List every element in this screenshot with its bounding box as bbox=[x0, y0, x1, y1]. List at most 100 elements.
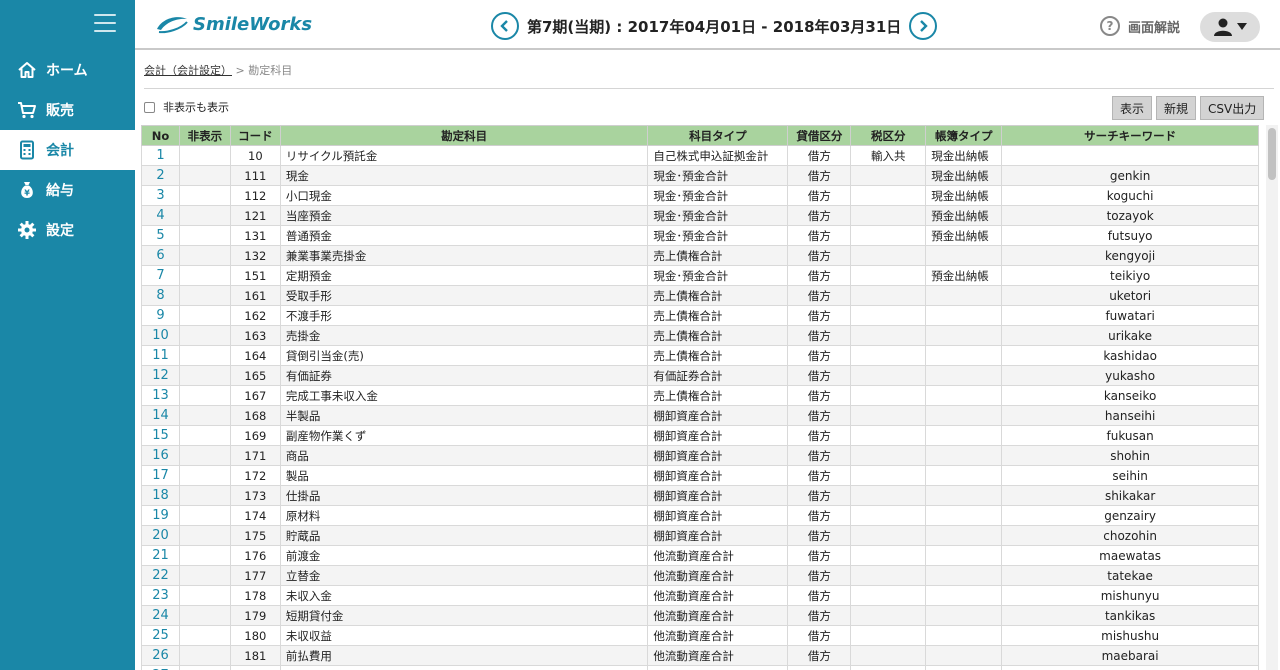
cell-debit-credit: 借方 bbox=[787, 325, 852, 346]
scrollbar-thumb[interactable] bbox=[1268, 128, 1276, 180]
cell-debit-credit: 借方 bbox=[787, 645, 852, 666]
table-row[interactable]: 8 161 受取手形 売上債権合計 借方 uketori bbox=[141, 285, 1259, 306]
cell-search-keyword: teikiyo bbox=[1001, 265, 1259, 286]
table-row[interactable]: 3 112 小口現金 現金･預金合計 借方 現金出納帳 koguchi bbox=[141, 185, 1259, 206]
table-row[interactable]: 15 169 副産物作業くず 棚卸資産合計 借方 fukusan bbox=[141, 425, 1259, 446]
table-row[interactable]: 1 10 リサイクル預託金 自己株式申込証拠金計 借方 輸入共 現金出納帳 bbox=[141, 145, 1259, 166]
column-header-hidden[interactable]: 非表示 bbox=[178, 125, 231, 146]
cell-search-keyword bbox=[1001, 665, 1259, 670]
table-row[interactable]: 21 176 前渡金 他流動資産合計 借方 maewatas bbox=[141, 545, 1259, 566]
cell-code: 176 bbox=[229, 545, 281, 566]
table-row[interactable]: 11 164 貸倒引当金(売) 売上債権合計 借方 kashidao bbox=[141, 345, 1259, 366]
table-row[interactable]: 5 131 普通預金 現金･預金合計 借方 預金出納帳 futsuyo bbox=[141, 225, 1259, 246]
cell-no[interactable]: 27 bbox=[141, 665, 180, 670]
cell-no[interactable]: 8 bbox=[141, 285, 180, 306]
cell-no[interactable]: 22 bbox=[141, 565, 180, 586]
cell-no[interactable]: 19 bbox=[141, 505, 180, 526]
cell-no[interactable]: 12 bbox=[141, 365, 180, 386]
cell-no[interactable]: 25 bbox=[141, 625, 180, 646]
cell-no[interactable]: 15 bbox=[141, 425, 180, 446]
table-row[interactable]: 2 111 現金 現金･預金合計 借方 現金出納帳 genkin bbox=[141, 165, 1259, 186]
cell-no[interactable]: 26 bbox=[141, 645, 180, 666]
cell-no[interactable]: 9 bbox=[141, 305, 180, 326]
cell-code: 151 bbox=[229, 265, 281, 286]
table-scrollbar[interactable] bbox=[1266, 125, 1278, 670]
column-header-account-type[interactable]: 科目タイプ bbox=[647, 125, 789, 146]
new-button[interactable]: 新規 bbox=[1156, 96, 1197, 120]
table-row[interactable]: 17 172 製品 棚卸資産合計 借方 seihin bbox=[141, 465, 1259, 486]
cell-no[interactable]: 16 bbox=[141, 445, 180, 466]
show-hidden-checkbox[interactable] bbox=[144, 101, 155, 113]
cell-no[interactable]: 20 bbox=[141, 525, 180, 546]
cell-account-name: 不渡手形 bbox=[279, 305, 649, 326]
table-row[interactable]: 19 174 原材料 棚卸資産合計 借方 genzairy bbox=[141, 505, 1259, 526]
column-header-debit-credit[interactable]: 貸借区分 bbox=[787, 125, 852, 146]
table-row[interactable]: 7 151 定期預金 現金･預金合計 借方 預金出納帳 teikiyo bbox=[141, 265, 1259, 286]
show-hidden-option[interactable]: 非表示も表示 bbox=[144, 99, 229, 115]
table-row[interactable]: 10 163 売掛金 売上債権合計 借方 urikake bbox=[141, 325, 1259, 346]
cell-no[interactable]: 4 bbox=[141, 205, 180, 226]
table-row[interactable]: 13 167 完成工事未収入金 売上債権合計 借方 kanseiko bbox=[141, 385, 1259, 406]
cell-no[interactable]: 2 bbox=[141, 165, 180, 186]
cell-search-keyword: maebarai bbox=[1001, 645, 1259, 666]
cell-code: 163 bbox=[229, 325, 281, 346]
column-header-no[interactable]: No bbox=[141, 125, 180, 146]
cell-code: 179 bbox=[229, 605, 281, 626]
logo[interactable]: SmileWorks bbox=[155, 13, 312, 35]
next-period-button[interactable] bbox=[909, 12, 938, 40]
cell-no[interactable]: 1 bbox=[141, 145, 180, 166]
cell-no[interactable]: 14 bbox=[141, 405, 180, 426]
cell-no[interactable]: 24 bbox=[141, 605, 180, 626]
table-row[interactable]: 14 168 半製品 棚卸資産合計 借方 hanseihi bbox=[141, 405, 1259, 426]
table-row[interactable]: 26 181 前払費用 他流動資産合計 借方 maebarai bbox=[141, 645, 1259, 666]
sidebar-item-payroll[interactable]: ¥ 給与 bbox=[0, 170, 135, 210]
cell-hidden bbox=[178, 485, 231, 506]
cell-no[interactable]: 11 bbox=[141, 345, 180, 366]
cell-no[interactable]: 17 bbox=[141, 465, 180, 486]
cell-no[interactable]: 10 bbox=[141, 325, 180, 346]
cell-no[interactable]: 6 bbox=[141, 245, 180, 266]
show-button[interactable]: 表示 bbox=[1112, 96, 1153, 120]
cell-search-keyword: mishunyu bbox=[1001, 585, 1259, 606]
table-row[interactable]: 6 132 兼業事業売掛金 売上債権合計 借方 kengyoji bbox=[141, 245, 1259, 266]
table-row[interactable]: 22 177 立替金 他流動資産合計 借方 tatekae bbox=[141, 565, 1259, 586]
sidebar-item-settings[interactable]: 設定 bbox=[0, 210, 135, 250]
cell-no[interactable]: 13 bbox=[141, 385, 180, 406]
table-row[interactable]: 4 121 当座預金 現金･預金合計 借方 預金出納帳 tozayok bbox=[141, 205, 1259, 226]
user-menu-button[interactable] bbox=[1200, 12, 1260, 42]
table-row[interactable]: 25 180 未収収益 他流動資産合計 借方 mishushu bbox=[141, 625, 1259, 646]
cell-no[interactable]: 23 bbox=[141, 585, 180, 606]
sidebar-item-home[interactable]: ホーム bbox=[0, 50, 135, 90]
sidebar-item-sales[interactable]: 販売 bbox=[0, 90, 135, 130]
table-row[interactable]: 12 165 有価証券 有価証券合計 借方 yukasho bbox=[141, 365, 1259, 386]
table-row[interactable]: 23 178 未収入金 他流動資産合計 借方 mishunyu bbox=[141, 585, 1259, 606]
column-header-account-name[interactable]: 勘定科目 bbox=[279, 125, 649, 146]
csv-export-button[interactable]: CSV出力 bbox=[1200, 96, 1265, 120]
cell-no[interactable]: 18 bbox=[141, 485, 180, 506]
sidebar-item-accounting[interactable]: 会計 bbox=[0, 130, 135, 170]
cell-account-type: 棚卸資産合計 bbox=[647, 405, 789, 426]
table-row[interactable]: 24 179 短期貸付金 他流動資産合計 借方 tankikas bbox=[141, 605, 1259, 626]
cell-no[interactable]: 21 bbox=[141, 545, 180, 566]
cell-no[interactable]: 3 bbox=[141, 185, 180, 206]
menu-icon[interactable] bbox=[94, 14, 116, 34]
table-row[interactable]: 18 173 仕掛品 棚卸資産合計 借方 shikakar bbox=[141, 485, 1259, 506]
cell-tax bbox=[850, 385, 927, 406]
table-row[interactable]: 27 182 bbox=[141, 665, 1259, 670]
cell-tax bbox=[850, 485, 927, 506]
cell-no[interactable]: 7 bbox=[141, 265, 180, 286]
column-header-code[interactable]: コード bbox=[229, 125, 281, 146]
column-header-book-type[interactable]: 帳簿タイプ bbox=[925, 125, 1003, 146]
table-row[interactable]: 20 175 貯蔵品 棚卸資産合計 借方 chozohin bbox=[141, 525, 1259, 546]
cell-account-name: 受取手形 bbox=[279, 285, 649, 306]
cell-no[interactable]: 5 bbox=[141, 225, 180, 246]
prev-period-button[interactable] bbox=[491, 12, 519, 40]
table-row[interactable]: 9 162 不渡手形 売上債権合計 借方 fuwatari bbox=[141, 305, 1259, 326]
table-row[interactable]: 16 171 商品 棚卸資産合計 借方 shohin bbox=[141, 445, 1259, 466]
breadcrumb-parent-link[interactable]: 会計（会計設定） bbox=[144, 64, 232, 77]
column-header-tax[interactable]: 税区分 bbox=[850, 125, 927, 146]
column-header-search-keyword[interactable]: サーチキーワード bbox=[1001, 125, 1259, 146]
help-button[interactable]: ? 画面解説 bbox=[1100, 16, 1180, 36]
cell-account-name: 前払費用 bbox=[279, 645, 649, 666]
cell-book-type bbox=[925, 585, 1003, 606]
